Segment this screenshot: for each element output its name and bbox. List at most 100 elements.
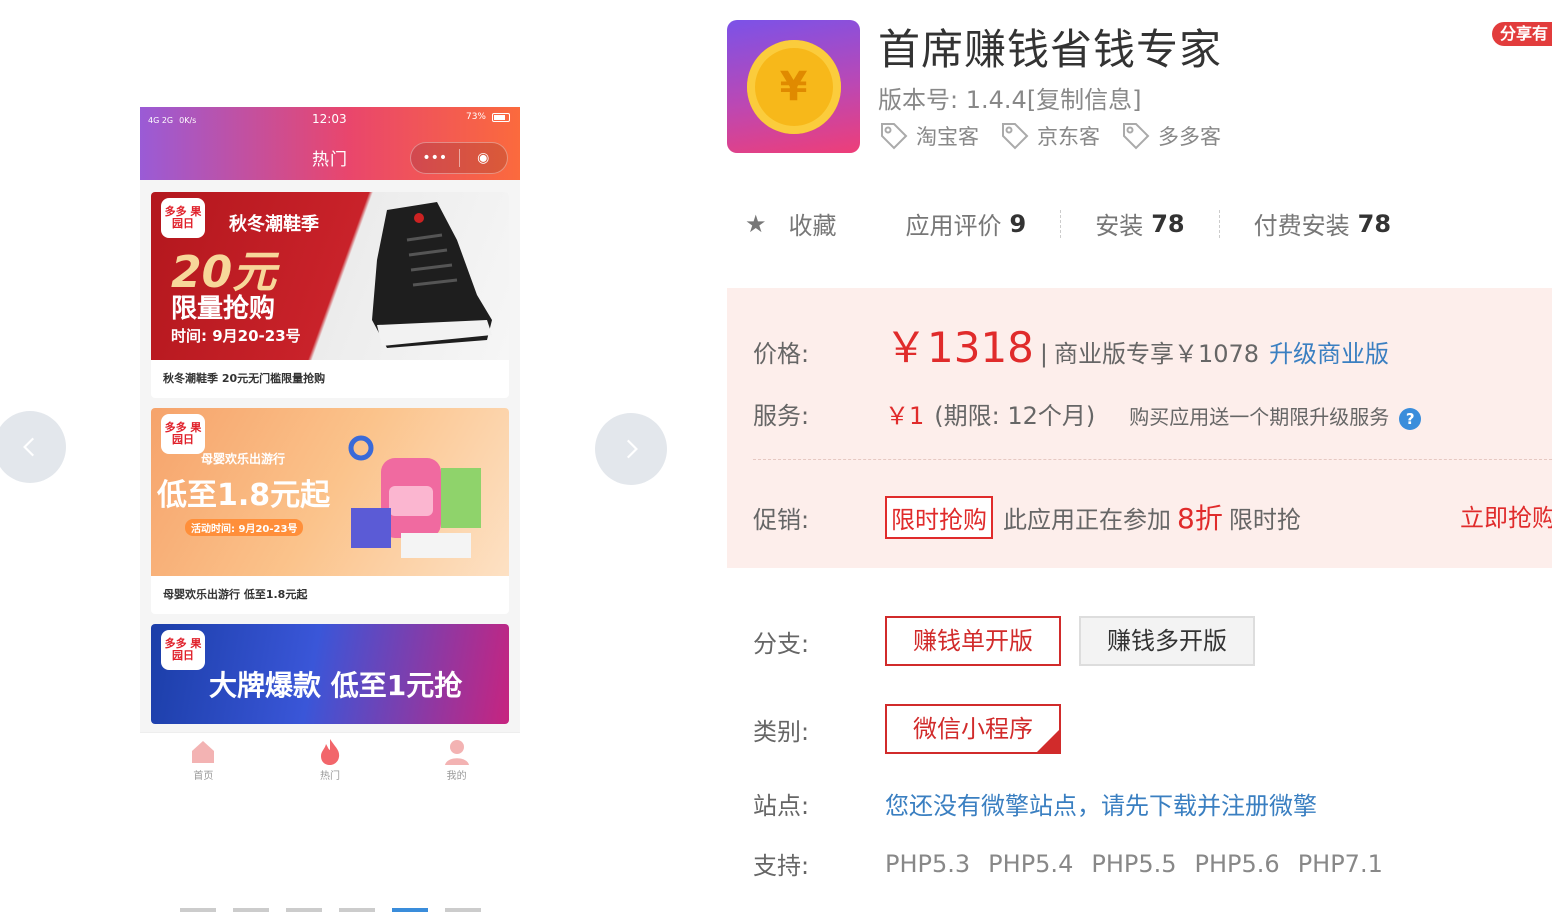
php-version: PHP5.3 — [885, 849, 971, 878]
promo-banner: 多多 果园日 大牌爆款 低至1元抢 — [151, 624, 509, 724]
price-panel: 价格: ￥1318 | 商业版专享￥1078 升级商业版 服务: ￥1 (期限:… — [727, 288, 1552, 568]
help-icon[interactable]: ? — [1399, 408, 1422, 430]
promo-card[interactable]: 多多 果园日 大牌爆款 低至1元抢 — [151, 624, 509, 724]
tab-mine[interactable]: 我的 — [393, 733, 520, 790]
category-option-wechat[interactable]: 微信小程序 — [885, 704, 1061, 783]
chevron-right-icon — [626, 439, 638, 459]
network-speed: 0K/s — [179, 115, 197, 125]
price-separator: | — [1039, 340, 1048, 368]
service-row: 服务: ￥1 (期限: 12个月) 购买应用送一个期限升级服务 ? — [753, 396, 1422, 431]
battery-icon — [492, 112, 510, 122]
carousel-prev-button[interactable] — [0, 411, 66, 483]
favorite-button[interactable]: ★ 收藏 — [745, 206, 837, 241]
pager-dot[interactable] — [339, 908, 375, 912]
price-row: 价格: ￥1318 | 商业版专享￥1078 升级商业版 — [753, 314, 1389, 375]
tag-item[interactable]: 淘宝客 — [878, 120, 979, 152]
tab-label: 我的 — [446, 771, 467, 782]
branch-option-multi[interactable]: 赚钱多开版 — [1079, 616, 1255, 666]
panel-divider — [753, 459, 1552, 460]
support-row: 支持: PHP5.3 PHP5.4 PHP5.5 PHP5.6 PHP7.1 — [753, 846, 1383, 881]
baby-products-image — [348, 435, 481, 558]
yuan-coin-icon: ¥ — [746, 39, 841, 134]
branch-label: 分支: — [753, 629, 810, 658]
chevron-left-icon — [23, 437, 35, 457]
business-price: 商业版专享￥1078 — [1053, 340, 1260, 368]
promo-card[interactable]: 多多 果园日 母婴欢乐出游行 低至1.8元起 活动时间: 9月20-23号 母婴… — [151, 408, 509, 614]
tag-item[interactable]: 京东客 — [999, 120, 1100, 152]
app-title: 首席赚钱省钱专家 — [878, 25, 1223, 74]
user-icon — [444, 740, 469, 765]
stats-bar: ★ 收藏 应用评价 9 安装 78 付费安装 78 — [745, 206, 1391, 241]
version-number: 1.4.4 — [965, 86, 1027, 114]
promo-tagline: 限量抢购 — [171, 294, 276, 324]
brand-logo: 多多 果园日 — [161, 630, 205, 670]
service-period: (期限: 12个月) — [934, 402, 1096, 430]
phone-preview: 4G 2G 0K/s 12:03 73% 热门 ••• ◉ 多多 果园日 秋冬潮… — [140, 107, 520, 790]
buy-now-link[interactable]: 立即抢购 — [1460, 498, 1552, 533]
copy-info-link[interactable]: [复制信息] — [1027, 86, 1142, 114]
install-count: 78 — [1151, 209, 1185, 238]
paid-install-label: 付费安装 — [1253, 212, 1350, 240]
rating-stat[interactable]: 应用评价 9 — [906, 206, 1027, 241]
version-label: 版本号: — [878, 86, 959, 114]
paid-install-count: 78 — [1357, 209, 1392, 238]
pager-dot[interactable] — [445, 908, 481, 912]
close-miniprogram-icon[interactable]: ◉ — [460, 143, 508, 173]
discount-value: 8折 — [1177, 502, 1223, 535]
battery-percent: 73% — [465, 112, 486, 122]
install-label: 安装 — [1095, 212, 1144, 240]
branch-row: 分支: 赚钱单开版 赚钱多开版 — [753, 616, 1273, 666]
pager-dot[interactable] — [286, 908, 322, 912]
tab-label: 热门 — [320, 771, 340, 782]
promo-row: 促销: 限时抢购 此应用正在参加 8折 限时抢 — [753, 496, 1301, 539]
category-label: 类别: — [753, 717, 810, 746]
star-icon: ★ — [745, 209, 767, 238]
promo-suffix: 限时抢 — [1228, 506, 1301, 534]
promo-caption: 秋冬潮鞋季 20元无门槛限量抢购 — [163, 372, 326, 385]
carousel-pager — [180, 908, 481, 912]
more-icon[interactable]: ••• — [411, 143, 459, 173]
branch-option-single[interactable]: 赚钱单开版 — [885, 616, 1061, 666]
paid-install-stat: 付费安装 78 — [1254, 206, 1391, 241]
selected-check-icon — [1035, 728, 1061, 783]
stat-divider — [871, 210, 872, 238]
php-version: PHP5.4 — [988, 849, 1074, 878]
tag-label: 淘宝客 — [916, 125, 979, 149]
service-note: 购买应用送一个期限升级服务 — [1129, 405, 1390, 429]
carousel-next-button[interactable] — [595, 413, 667, 485]
promo-headline: 低至1.8元起 — [157, 478, 331, 513]
tag-item[interactable]: 多多客 — [1120, 120, 1221, 152]
promo-time: 时间: 9月20-23号 — [171, 327, 301, 345]
share-button[interactable]: 分享有 — [1492, 22, 1552, 46]
promo-time: 活动时间: 9月20-23号 — [185, 519, 304, 536]
pager-dot[interactable] — [180, 908, 216, 912]
tab-hot[interactable]: 热门 — [267, 733, 394, 790]
pager-dot-active[interactable] — [392, 908, 428, 912]
promo-banner: 多多 果园日 秋冬潮鞋季 20元 限量抢购 时间: 9月20-23号 — [151, 192, 509, 360]
tag-icon — [881, 123, 908, 150]
rating-count: 9 — [1009, 209, 1027, 238]
tab-home[interactable]: 首页 — [140, 733, 267, 790]
stat-divider — [1218, 209, 1220, 238]
service-price: ￥1 — [885, 402, 925, 430]
site-label: 站点: — [753, 792, 810, 820]
miniprogram-capsule[interactable]: ••• ◉ — [410, 142, 508, 174]
support-label: 支持: — [753, 852, 810, 880]
php-version: PHP5.5 — [1091, 849, 1177, 878]
promo-card[interactable]: 多多 果园日 秋冬潮鞋季 20元 限量抢购 时间: 9月20-23号 秋冬潮鞋季… — [151, 192, 509, 398]
category-option-label: 微信小程序 — [913, 715, 1033, 743]
promo-list: 多多 果园日 秋冬潮鞋季 20元 限量抢购 时间: 9月20-23号 秋冬潮鞋季… — [140, 180, 520, 724]
stat-divider — [1060, 209, 1062, 238]
register-site-link[interactable]: 您还没有微擎站点，请先下载并注册微擎 — [885, 786, 1317, 821]
service-label: 服务: — [753, 402, 810, 430]
promo-banner: 多多 果园日 母婴欢乐出游行 低至1.8元起 活动时间: 9月20-23号 — [151, 408, 509, 576]
status-time: 12:03 — [312, 112, 347, 126]
status-bar: 4G 2G 0K/s 12:03 73% — [140, 107, 520, 133]
flash-sale-badge: 限时抢购 — [885, 496, 993, 539]
pager-dot[interactable] — [233, 908, 269, 912]
tag-label: 京东客 — [1037, 125, 1100, 149]
flame-icon — [321, 739, 340, 765]
app-icon: ¥ — [727, 20, 860, 153]
upgrade-business-link[interactable]: 升级商业版 — [1269, 334, 1389, 369]
php-version: PHP5.6 — [1194, 849, 1280, 878]
